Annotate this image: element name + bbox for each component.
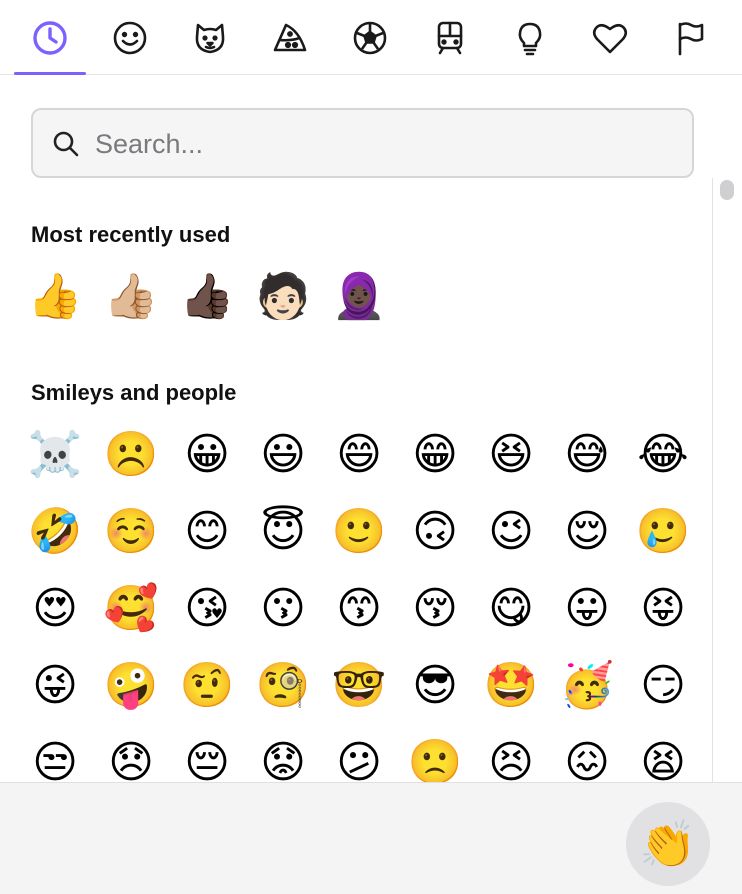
emoji-button[interactable]: 🤣 [24, 501, 86, 563]
emoji-button[interactable]: 😜 [24, 655, 86, 717]
search-input[interactable] [93, 120, 677, 168]
emoji-button[interactable]: 😕 [328, 732, 390, 783]
animal-icon [195, 23, 225, 53]
emoji-button[interactable]: 😂 [632, 424, 694, 486]
emoji-button[interactable]: 😝 [632, 578, 694, 640]
emoji-button[interactable]: 👍 [24, 266, 86, 328]
heart-icon [592, 23, 628, 53]
tab-recent[interactable] [14, 0, 86, 75]
emoji-button[interactable]: 😌 [556, 501, 618, 563]
emoji-button[interactable]: 🧑🏻 [252, 266, 314, 328]
emoji-button[interactable]: 😫 [632, 732, 694, 783]
emoji-button[interactable]: 😄 [328, 424, 390, 486]
emoji-button[interactable]: 🤪 [100, 655, 162, 717]
tab-symbols[interactable] [574, 0, 646, 75]
emoji-button[interactable]: 😛 [556, 578, 618, 640]
emoji-button[interactable]: 😃 [252, 424, 314, 486]
clock-icon [33, 20, 67, 55]
smiley-icon [113, 21, 147, 54]
pizza-icon [273, 23, 307, 51]
emoji-button[interactable]: 😚 [404, 578, 466, 640]
emoji-button[interactable]: 🥳 [556, 655, 618, 717]
emoji-button[interactable]: 😔 [176, 732, 238, 783]
section-title-smileys: Smileys and people [31, 380, 237, 405]
tab-flags[interactable] [654, 0, 726, 75]
emoji-button[interactable]: 🧕🏿 [328, 266, 390, 328]
emoji-button[interactable]: 🤓 [328, 655, 390, 717]
emoji-scroll-area[interactable]: Most recently used 👍 👍🏼 👍🏿 🧑🏻 🧕🏿 Smileys and… [0, 180, 742, 782]
emoji-button[interactable]: 😅 [556, 424, 618, 486]
tab-travel[interactable] [414, 0, 486, 75]
tab-activities[interactable] [334, 0, 406, 75]
emoji-button[interactable]: 🙂 [328, 501, 390, 563]
emoji-button[interactable]: 🥲 [632, 501, 694, 563]
emoji-button[interactable]: 😏 [632, 655, 694, 717]
section-title-recent: Most recently used [31, 222, 231, 247]
lightbulb-icon [518, 22, 542, 55]
soccer-ball-icon [353, 21, 387, 54]
emoji-button[interactable]: 😆 [480, 424, 542, 486]
emoji-button[interactable]: 🧐 [252, 655, 314, 717]
emoji-button[interactable]: ☠️ [24, 424, 86, 486]
category-tab-bar [0, 0, 742, 75]
emoji-button[interactable]: ☺️ [100, 501, 162, 563]
search-icon [53, 131, 79, 157]
emoji-button[interactable]: 🤩 [480, 655, 542, 717]
emoji-button[interactable]: 😟 [252, 732, 314, 783]
emoji-button[interactable]: 😘 [176, 578, 238, 640]
emoji-button[interactable]: 👍🏼 [100, 266, 162, 328]
emoji-button[interactable]: 😙 [328, 578, 390, 640]
emoji-button[interactable]: 😊 [176, 501, 238, 563]
emoji-button[interactable]: 😞 [100, 732, 162, 783]
emoji-button[interactable]: 😀 [176, 424, 238, 486]
active-tab-indicator [14, 72, 86, 75]
emoji-button[interactable]: 😋 [480, 578, 542, 640]
train-icon [437, 21, 463, 54]
emoji-button[interactable]: 😎 [404, 655, 466, 717]
emoji-button[interactable]: 🙃 [404, 501, 466, 563]
emoji-button[interactable]: 😗 [252, 578, 314, 640]
tab-animals[interactable] [174, 0, 246, 75]
emoji-button[interactable]: ☹️ [100, 424, 162, 486]
emoji-button[interactable]: 😒 [24, 732, 86, 783]
tab-food[interactable] [254, 0, 326, 75]
emoji-button[interactable]: 😇 [252, 501, 314, 563]
preview-emoji: 👏 [626, 802, 710, 886]
emoji-button[interactable]: 👍🏿 [176, 266, 238, 328]
emoji-button[interactable]: 😍 [24, 578, 86, 640]
emoji-button[interactable]: 😣 [480, 732, 542, 783]
flag-icon [678, 21, 704, 55]
scrollbar-thumb[interactable] [720, 180, 734, 200]
emoji-button[interactable]: 😖 [556, 732, 618, 783]
search-box[interactable] [31, 108, 694, 178]
emoji-button[interactable]: 🤨 [176, 655, 238, 717]
emoji-button[interactable]: 🥰 [100, 578, 162, 640]
emoji-button[interactable]: 😉 [480, 501, 542, 563]
tab-objects[interactable] [494, 0, 566, 75]
scrollbar[interactable] [712, 178, 742, 782]
emoji-button[interactable]: 🙁 [404, 732, 466, 783]
tab-smileys[interactable] [94, 0, 166, 75]
emoji-button[interactable]: 😁 [404, 424, 466, 486]
